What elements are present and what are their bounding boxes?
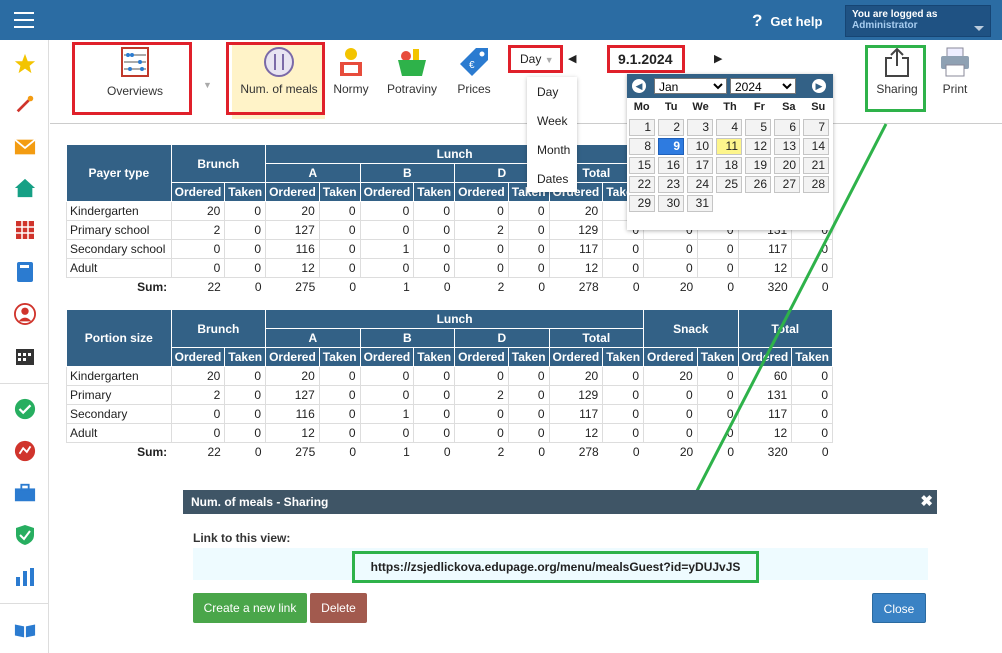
link-label: Link to this view: [193,531,291,545]
dialog-title: Num. of meals - Sharing [191,495,329,509]
close-icon[interactable]: ✖ [920,490,933,514]
create-link-button[interactable]: Create a new link [193,593,307,623]
close-button[interactable]: Close [872,593,926,623]
sharing-dialog: Num. of meals - Sharing ✖ Link to this v… [183,490,937,653]
delete-button[interactable]: Delete [310,593,367,623]
dialog-header: Num. of meals - Sharing ✖ [183,490,937,514]
share-link[interactable]: https://zsjedlickova.edupage.org/menu/me… [352,551,759,583]
